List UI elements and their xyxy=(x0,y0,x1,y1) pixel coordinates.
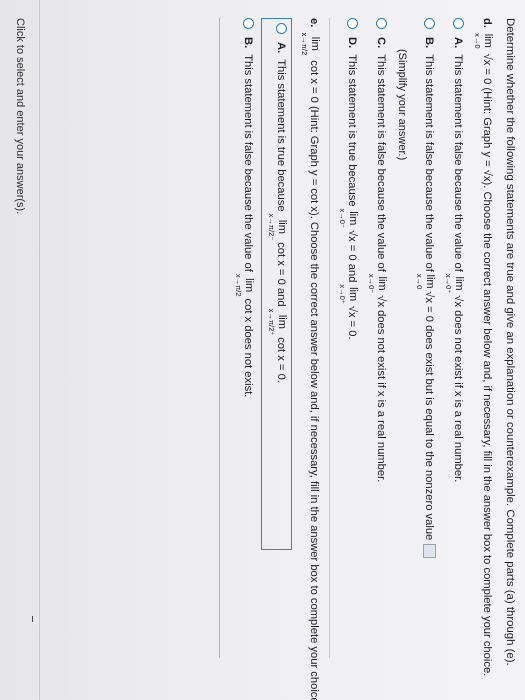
part-d-prompt-text: √x = 0 (Hint: Graph y = √x). Choose the … xyxy=(481,53,493,677)
divider xyxy=(329,18,330,658)
part-e-choice-b[interactable]: B. This statement is false because the v… xyxy=(234,18,255,658)
part-d-choice-b[interactable]: B. This statement is false because the v… xyxy=(415,18,436,688)
question-intro: Determine whether the following statemen… xyxy=(504,18,516,666)
part-e-label: e. xyxy=(308,18,320,28)
footer-instruction: Click to select and enter your answer(s)… xyxy=(14,18,26,215)
part-e-prompt-text: cot x = 0 (Hint: Graph y = cot x). Choos… xyxy=(308,60,320,700)
part-e-limit: lim x→π/2 xyxy=(300,32,321,56)
dash-mark xyxy=(32,616,33,622)
radio-button[interactable] xyxy=(376,18,387,29)
part-d-limit: lim x→0 xyxy=(473,33,494,49)
part-d-prompt: d. lim x→0 √x = 0 (Hint: Graph y = √x). … xyxy=(473,18,494,688)
part-d-choice-c[interactable]: C. This statement is false because the v… xyxy=(367,18,388,688)
part-e-choice-a[interactable]: A. This statement is true because lim x→… xyxy=(267,23,288,543)
simplify-note: (Simplify your answer.) xyxy=(396,49,408,161)
part-d-label: d. xyxy=(481,18,493,28)
answer-input-box[interactable] xyxy=(423,544,436,559)
radio-button[interactable] xyxy=(347,18,358,29)
part-d-choice-d[interactable]: D. This statement is true because lim x→… xyxy=(338,18,359,688)
radio-button[interactable] xyxy=(453,18,464,29)
part-e-prompt: e. lim x→π/2 cot x = 0 (Hint: Graph y = … xyxy=(300,18,321,700)
part-d-choice-a[interactable]: A. This statement is false because the v… xyxy=(444,18,465,688)
rotated-screen: Determine whether the following statemen… xyxy=(0,0,525,700)
radio-button[interactable] xyxy=(243,18,254,29)
footer-divider xyxy=(39,0,40,700)
part-e-choice-a-box[interactable]: A. This statement is true because lim x→… xyxy=(261,18,292,550)
radio-button[interactable] xyxy=(424,18,435,29)
radio-button[interactable] xyxy=(276,23,287,34)
question-panel: Determine whether the following statemen… xyxy=(219,18,517,700)
